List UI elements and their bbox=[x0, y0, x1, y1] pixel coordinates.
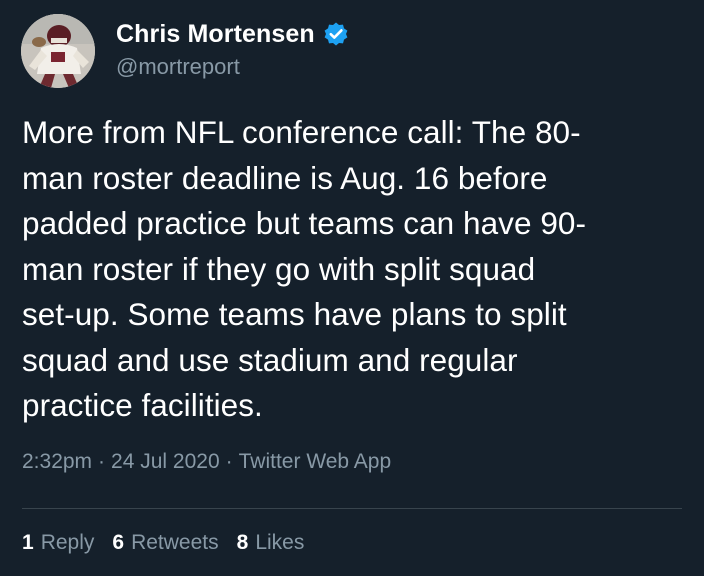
tweet-text: More from NFL conference call: The 80- m… bbox=[22, 114, 587, 423]
tweet-source[interactable]: Twitter Web App bbox=[239, 450, 392, 474]
retweets-count: 6 bbox=[112, 531, 125, 554]
likes-label: Likes bbox=[255, 531, 305, 554]
likes-count: 8 bbox=[236, 531, 249, 554]
tweet-date[interactable]: 24 Jul 2020 bbox=[111, 450, 220, 474]
likes-stat[interactable]: 8 Likes bbox=[237, 531, 305, 555]
tweet-time[interactable]: 2:32pm bbox=[22, 450, 92, 474]
display-name[interactable]: Chris Mortensen bbox=[116, 20, 315, 49]
retweets-stat[interactable]: 6 Retweets bbox=[112, 531, 218, 555]
avatar[interactable] bbox=[21, 14, 95, 88]
replies-count: 1 bbox=[22, 531, 34, 554]
replies-stat[interactable]: 1 Reply bbox=[22, 531, 94, 555]
user-info: Chris Mortensen @mortreport bbox=[116, 16, 349, 80]
divider bbox=[22, 508, 682, 509]
replies-label: Reply bbox=[40, 531, 95, 554]
avatar-photo-icon bbox=[21, 14, 95, 88]
tweet-stats: 1 Reply 6 Retweets 8 Likes bbox=[22, 531, 322, 555]
meta-separator: · bbox=[225, 450, 233, 473]
retweets-label: Retweets bbox=[131, 531, 219, 554]
name-row: Chris Mortensen bbox=[116, 16, 349, 52]
verified-badge-icon bbox=[323, 21, 349, 47]
user-handle[interactable]: @mortreport bbox=[116, 54, 349, 80]
tweet-card: Chris Mortensen @mortreport More from NF… bbox=[0, 0, 704, 576]
tweet-meta: 2:32pm · 24 Jul 2020 · Twitter Web App bbox=[22, 450, 391, 474]
meta-separator: · bbox=[98, 450, 106, 473]
